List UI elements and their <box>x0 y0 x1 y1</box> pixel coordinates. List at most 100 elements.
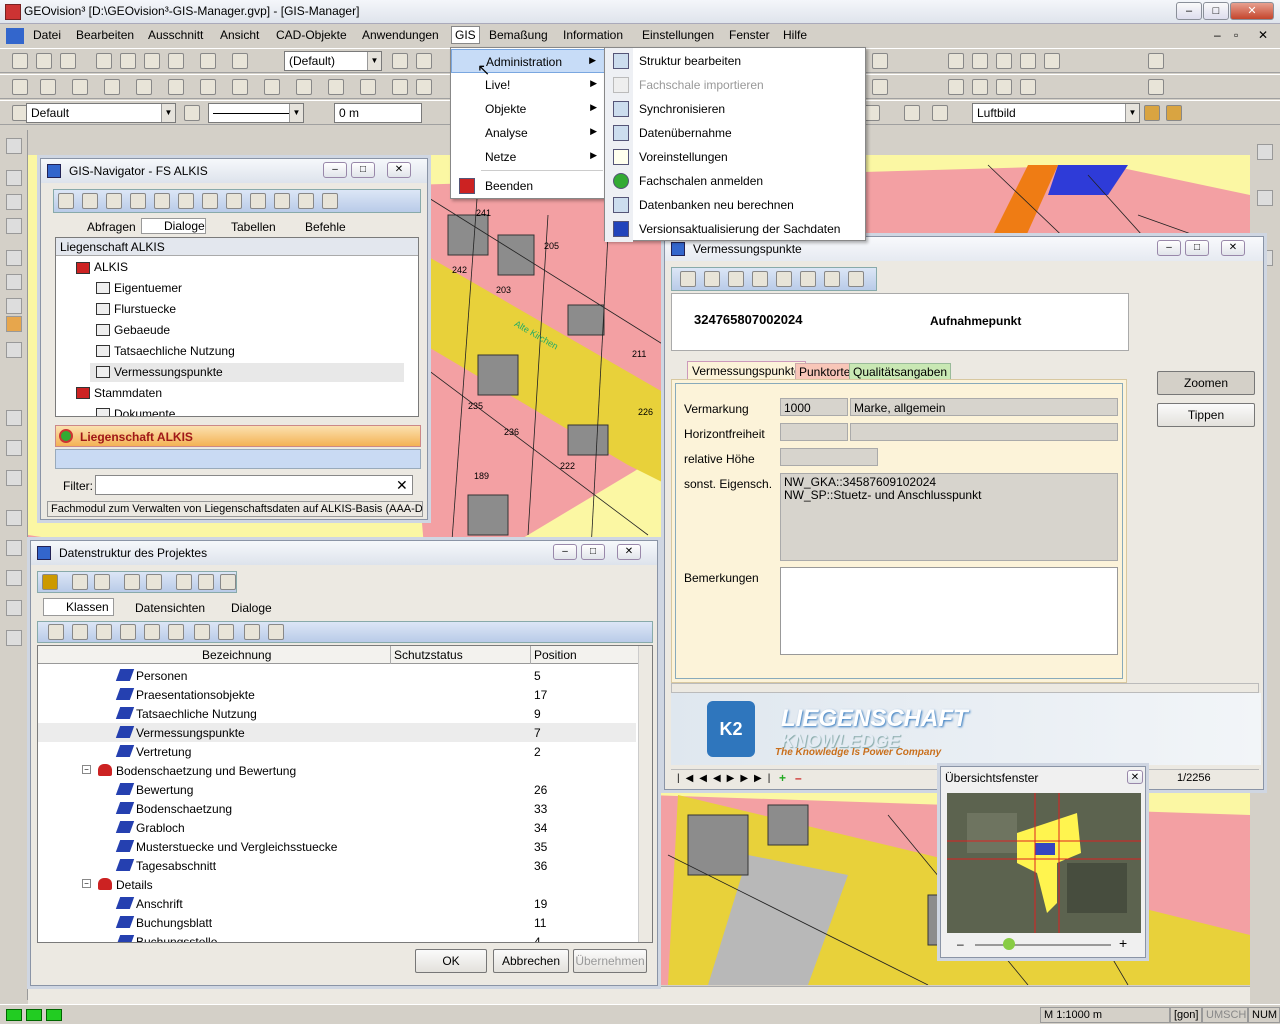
menu-einstellungen[interactable]: Einstellungen <box>642 28 714 42</box>
nav-tool-icon[interactable] <box>130 193 146 209</box>
layer-icon[interactable] <box>392 53 408 69</box>
class2-icon[interactable] <box>146 574 162 590</box>
collapse-toggle-icon[interactable]: − <box>82 765 91 774</box>
check-icon[interactable] <box>220 574 236 590</box>
fill-icon[interactable] <box>864 105 880 121</box>
arrow-up-icon[interactable] <box>1257 190 1273 206</box>
snap-icon[interactable] <box>392 79 408 95</box>
table-row[interactable]: Grabloch 34 <box>38 818 636 837</box>
select-icon[interactable] <box>948 53 964 69</box>
table-row[interactable]: Tatsaechliche Nutzung 9 <box>38 704 636 723</box>
eigensch-field[interactable]: NW_GKA::34587609102024 NW_SP::Stuetz- und… <box>780 473 1118 561</box>
circle-icon[interactable] <box>200 79 216 95</box>
expand-icon[interactable] <box>244 624 260 640</box>
menu-information[interactable]: Information <box>563 28 623 42</box>
vermarkung-text[interactable]: Marke, allgemein <box>850 398 1118 416</box>
tab-vermessungspunkte[interactable]: Vermessungspunkte <box>687 361 806 380</box>
zoom-in-button[interactable]: + <box>1119 935 1127 951</box>
save-all-icon[interactable] <box>144 53 160 69</box>
preview-icon[interactable] <box>200 53 216 69</box>
menu-item-struktur-bearbeiten[interactable]: Struktur bearbeiten <box>605 49 865 73</box>
datastruct-restore[interactable]: □ <box>581 544 605 560</box>
nav-tool-icon[interactable] <box>82 193 98 209</box>
table-row[interactable]: Vertretung 2 <box>38 742 636 761</box>
column-schutzstatus[interactable]: Schutzstatus <box>390 646 466 664</box>
datastruct-close[interactable]: ✕ <box>617 544 641 560</box>
add-class-icon[interactable] <box>48 624 64 640</box>
style-combo[interactable]: (Default) ▼ <box>284 51 382 71</box>
nav-tool-icon[interactable] <box>154 193 170 209</box>
menu-item-synchronisieren[interactable]: Synchronisieren <box>605 97 865 121</box>
snap-perp-icon[interactable] <box>6 540 22 556</box>
tree-node-nutzung[interactable]: Tatsaechliche Nutzung <box>114 344 235 358</box>
menu-ansicht[interactable]: Ansicht <box>220 28 259 42</box>
snap-point-icon[interactable] <box>6 410 22 426</box>
module-dropdown[interactable] <box>55 449 421 469</box>
print-icon[interactable] <box>232 53 248 69</box>
menu-fenster[interactable]: Fenster <box>729 28 770 42</box>
background-combo[interactable]: Luftbild ▼ <box>972 103 1140 123</box>
dimension-icon[interactable] <box>296 79 312 95</box>
navigator-restore[interactable]: □ <box>351 162 375 178</box>
mdi-minimize[interactable]: – <box>1214 28 1221 42</box>
horizontfreiheit-text[interactable] <box>850 423 1118 441</box>
cancel-button[interactable]: Abbrechen <box>493 949 569 973</box>
edit-attr-icon[interactable] <box>996 79 1012 95</box>
snap-line-icon[interactable] <box>6 510 22 526</box>
text-props-icon[interactable] <box>932 105 948 121</box>
zoom-prev-icon[interactable] <box>6 274 22 290</box>
tree-icon[interactable] <box>176 574 192 590</box>
arc-icon[interactable] <box>232 79 248 95</box>
menu-item-versionsaktualisierung[interactable]: Versionsaktualisierung der Sachdaten <box>605 217 865 241</box>
column-position[interactable]: Position <box>530 646 580 664</box>
menu-gis[interactable]: GIS <box>451 26 480 44</box>
polygon-icon[interactable] <box>104 79 120 95</box>
pencil-icon[interactable] <box>12 53 28 69</box>
active-module-bar[interactable]: Liegenschaft ALKIS <box>55 425 421 447</box>
menu-item-beenden[interactable]: Beenden <box>451 174 605 198</box>
horizontfreiheit-code[interactable] <box>780 423 848 441</box>
maximize-button[interactable]: □ <box>1203 2 1229 20</box>
collapse-icon[interactable] <box>268 624 284 640</box>
menu-bearbeiten[interactable]: Bearbeiten <box>76 28 134 42</box>
tree-node-flurstuecke[interactable]: Flurstuecke <box>114 302 176 316</box>
distance-input[interactable]: 0 m <box>334 103 422 123</box>
report-icon[interactable] <box>1020 79 1036 95</box>
nav-tool-icon[interactable] <box>106 193 122 209</box>
vermarkung-code[interactable]: 1000 <box>780 398 848 416</box>
table-row[interactable]: Anschrift 19 <box>38 894 636 913</box>
menu-datei[interactable]: Datei <box>33 28 61 42</box>
class-attr-icon[interactable] <box>96 624 112 640</box>
gis-tool-icon[interactable] <box>872 53 888 69</box>
nav-tool-icon[interactable] <box>178 193 194 209</box>
column-bezeichnung[interactable]: Bezeichnung <box>202 648 271 662</box>
polyline-icon[interactable] <box>72 79 88 95</box>
datastruct-minimize[interactable]: – <box>553 544 577 560</box>
redraw-icon[interactable] <box>6 298 22 314</box>
class-icon[interactable] <box>124 574 140 590</box>
open-icon[interactable] <box>60 53 76 69</box>
tree-node-eigentuemer[interactable]: Eigentuemer <box>114 281 182 295</box>
info-icon[interactable] <box>1148 53 1164 69</box>
table-row[interactable]: − Details <box>38 875 636 894</box>
zoom-out-button[interactable]: – <box>957 937 964 951</box>
layers-icon[interactable] <box>6 342 22 358</box>
menu-bemassung[interactable]: Bemaßung <box>489 28 548 42</box>
menu-item-live[interactable]: Live! ▶ <box>451 73 605 97</box>
tree-node-dokumente[interactable]: Dokumente <box>114 407 175 416</box>
tab-klassen[interactable]: Klassen <box>43 598 114 616</box>
vermessung-close[interactable]: ✕ <box>1221 240 1245 256</box>
snap-mid-icon[interactable] <box>6 470 22 486</box>
navigator-minimize[interactable]: – <box>323 162 347 178</box>
tab-befehle[interactable]: Befehle <box>283 220 346 234</box>
background-icon[interactable] <box>1144 105 1160 121</box>
cut-icon[interactable] <box>168 53 184 69</box>
class-delete-icon[interactable] <box>168 624 184 640</box>
area-icon[interactable] <box>136 79 152 95</box>
snap-near-icon[interactable] <box>6 630 22 646</box>
form-hscrollbar[interactable] <box>671 683 1259 693</box>
menu-item-voreinstellungen[interactable]: Voreinstellungen <box>605 145 865 169</box>
add-record-icon[interactable]: + <box>779 771 786 785</box>
zoom-slider-thumb[interactable] <box>1003 938 1015 950</box>
pie-icon[interactable] <box>824 271 840 287</box>
